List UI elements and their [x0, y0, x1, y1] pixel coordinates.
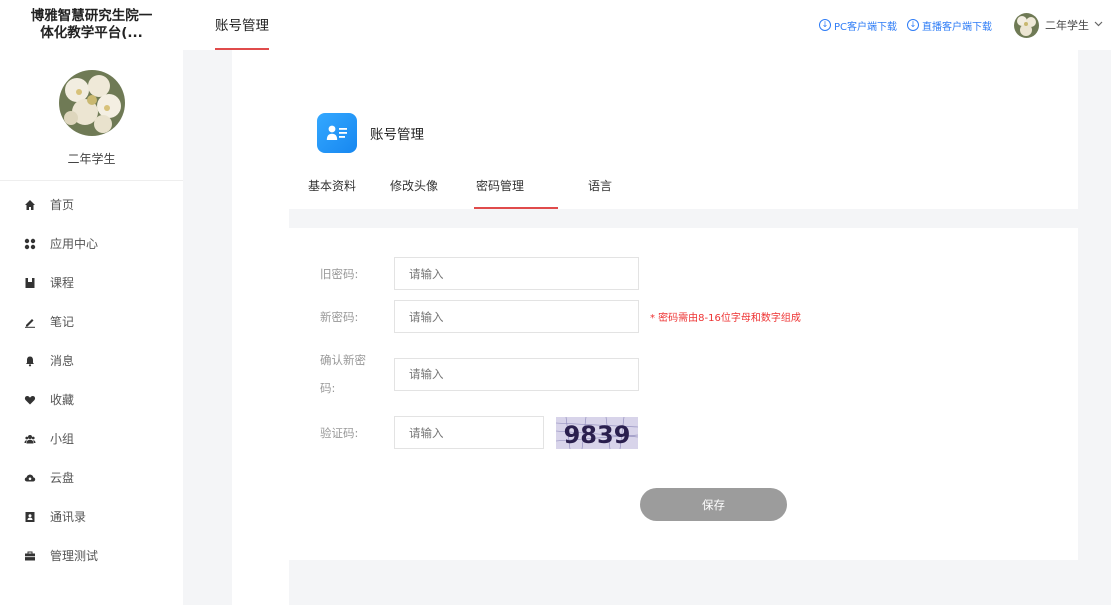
bottom-divider — [289, 560, 1078, 605]
tab-account-management[interactable]: 账号管理 — [215, 0, 269, 50]
confirm-password-row: 确认新密 码: — [289, 346, 639, 402]
contacts-icon — [24, 511, 36, 523]
sidebar-item-label: 消息 — [50, 354, 75, 368]
pc-client-download-link[interactable]: ↓ PC客户端下载 — [818, 18, 897, 33]
sidebar-item-label: 首页 — [50, 198, 75, 212]
sidebar-item-label: 管理测试 — [50, 549, 99, 563]
tab-password-management[interactable]: 密码管理 — [474, 177, 572, 209]
profile-panel: 二年学生 — [0, 50, 183, 181]
tab-change-avatar[interactable]: 修改头像 — [390, 177, 460, 209]
user-menu[interactable]: 二年学生 — [1045, 17, 1103, 33]
course-icon — [24, 277, 36, 289]
old-password-input[interactable] — [394, 257, 639, 290]
profile-username: 二年学生 — [67, 152, 116, 166]
sidebar-item-courses[interactable]: 课程 — [0, 263, 183, 302]
group-icon — [24, 433, 36, 445]
chevron-down-icon — [1094, 20, 1103, 30]
tab-language[interactable]: 语言 — [588, 177, 630, 209]
tab-basic-info[interactable]: 基本资料 — [308, 177, 374, 209]
old-password-label: 旧密码: — [320, 266, 359, 281]
avatar[interactable] — [1014, 12, 1039, 38]
old-password-row: 旧密码: — [289, 257, 639, 290]
new-password-label: 新密码: — [320, 309, 359, 324]
sidebar-item-home[interactable]: 首页 — [0, 185, 183, 224]
captcha-image[interactable]: 9839 — [556, 416, 638, 449]
save-button[interactable]: 保存 — [640, 488, 787, 521]
sidebar-item-groups[interactable]: 小组 — [0, 419, 183, 458]
account-tabs: 基本资料 修改头像 密码管理 语言 — [308, 177, 646, 209]
brand-title[interactable]: 博雅智慧研究生院一 体化教学平台(... — [0, 0, 183, 50]
sidebar-item-messages[interactable]: 消息 — [0, 341, 183, 380]
password-hint: * 密码需由8-16位字母和数字组成 — [650, 313, 801, 324]
captcha-text: 9839 — [564, 421, 631, 449]
sidebar-item-label: 小组 — [50, 432, 75, 446]
live-client-download-label: 直播客户端下载 — [922, 21, 992, 33]
sidebar-item-label: 应用中心 — [50, 237, 99, 251]
account-management-icon — [317, 113, 357, 153]
password-form: 旧密码: 新密码: * 密码需由8-16位字母和数字组成 确认新密 码: 验证码… — [289, 228, 1078, 560]
cloud-icon — [24, 472, 36, 484]
confirm-password-label: 确认新密 码: — [289, 346, 394, 402]
page-header: 账号管理 — [317, 113, 424, 153]
sidebar-item-label: 收藏 — [50, 393, 75, 407]
sidebar-item-label: 通讯录 — [50, 510, 87, 524]
captcha-input[interactable] — [394, 416, 544, 449]
sidebar: 博雅智慧研究生院一 体化教学平台(... 二年学生 首页 应用中心 课程 笔记 … — [0, 0, 183, 605]
sidebar-item-notes[interactable]: 笔记 — [0, 302, 183, 341]
sidebar-item-label: 课程 — [50, 276, 75, 290]
heart-icon — [24, 394, 36, 406]
page-title: 账号管理 — [370, 127, 424, 143]
avatar[interactable] — [59, 70, 125, 136]
sidebar-item-label: 笔记 — [50, 315, 75, 329]
captcha-row: 验证码: 9839 — [289, 416, 638, 449]
user-name: 二年学生 — [1045, 19, 1089, 32]
sidebar-nav: 首页 应用中心 课程 笔记 消息 收藏 小组 云盘 通讯录 管理测试 — [0, 181, 183, 575]
new-password-row: 新密码: * 密码需由8-16位字母和数字组成 — [289, 300, 801, 333]
confirm-label-line-2: 码: — [320, 381, 336, 395]
pc-client-download-label: PC客户端下载 — [833, 21, 897, 33]
new-password-input[interactable] — [394, 300, 639, 333]
account-card: 账号管理 基本资料 修改头像 密码管理 语言 旧密码: 新密码: * 密码需由8… — [232, 50, 1078, 605]
bell-icon — [24, 355, 36, 367]
confirm-label-line-1: 确认新密 — [320, 353, 366, 367]
note-icon — [24, 316, 36, 328]
home-icon — [24, 199, 36, 211]
brand-line-2: 体化教学平台(... — [40, 25, 143, 41]
live-client-download-link[interactable]: ↓ 直播客户端下载 — [907, 18, 992, 33]
sidebar-item-favorites[interactable]: 收藏 — [0, 380, 183, 419]
sidebar-item-cloud[interactable]: 云盘 — [0, 458, 183, 497]
download-icon: ↓ — [818, 19, 831, 31]
section-divider — [289, 209, 1078, 228]
confirm-password-input[interactable] — [394, 357, 639, 391]
top-bar: 账号管理 ↓ PC客户端下载 ↓ 直播客户端下载 二年学生 — [183, 0, 1111, 50]
sidebar-item-apps[interactable]: 应用中心 — [0, 224, 183, 263]
briefcase-icon — [24, 550, 36, 562]
apps-icon — [24, 238, 36, 250]
sidebar-item-contacts[interactable]: 通讯录 — [0, 497, 183, 536]
sidebar-item-admin-test[interactable]: 管理测试 — [0, 536, 183, 575]
sidebar-item-label: 云盘 — [50, 471, 75, 485]
download-icon: ↓ — [907, 19, 919, 31]
captcha-label: 验证码: — [320, 425, 359, 440]
brand-line-1: 博雅智慧研究生院一 — [30, 8, 153, 24]
